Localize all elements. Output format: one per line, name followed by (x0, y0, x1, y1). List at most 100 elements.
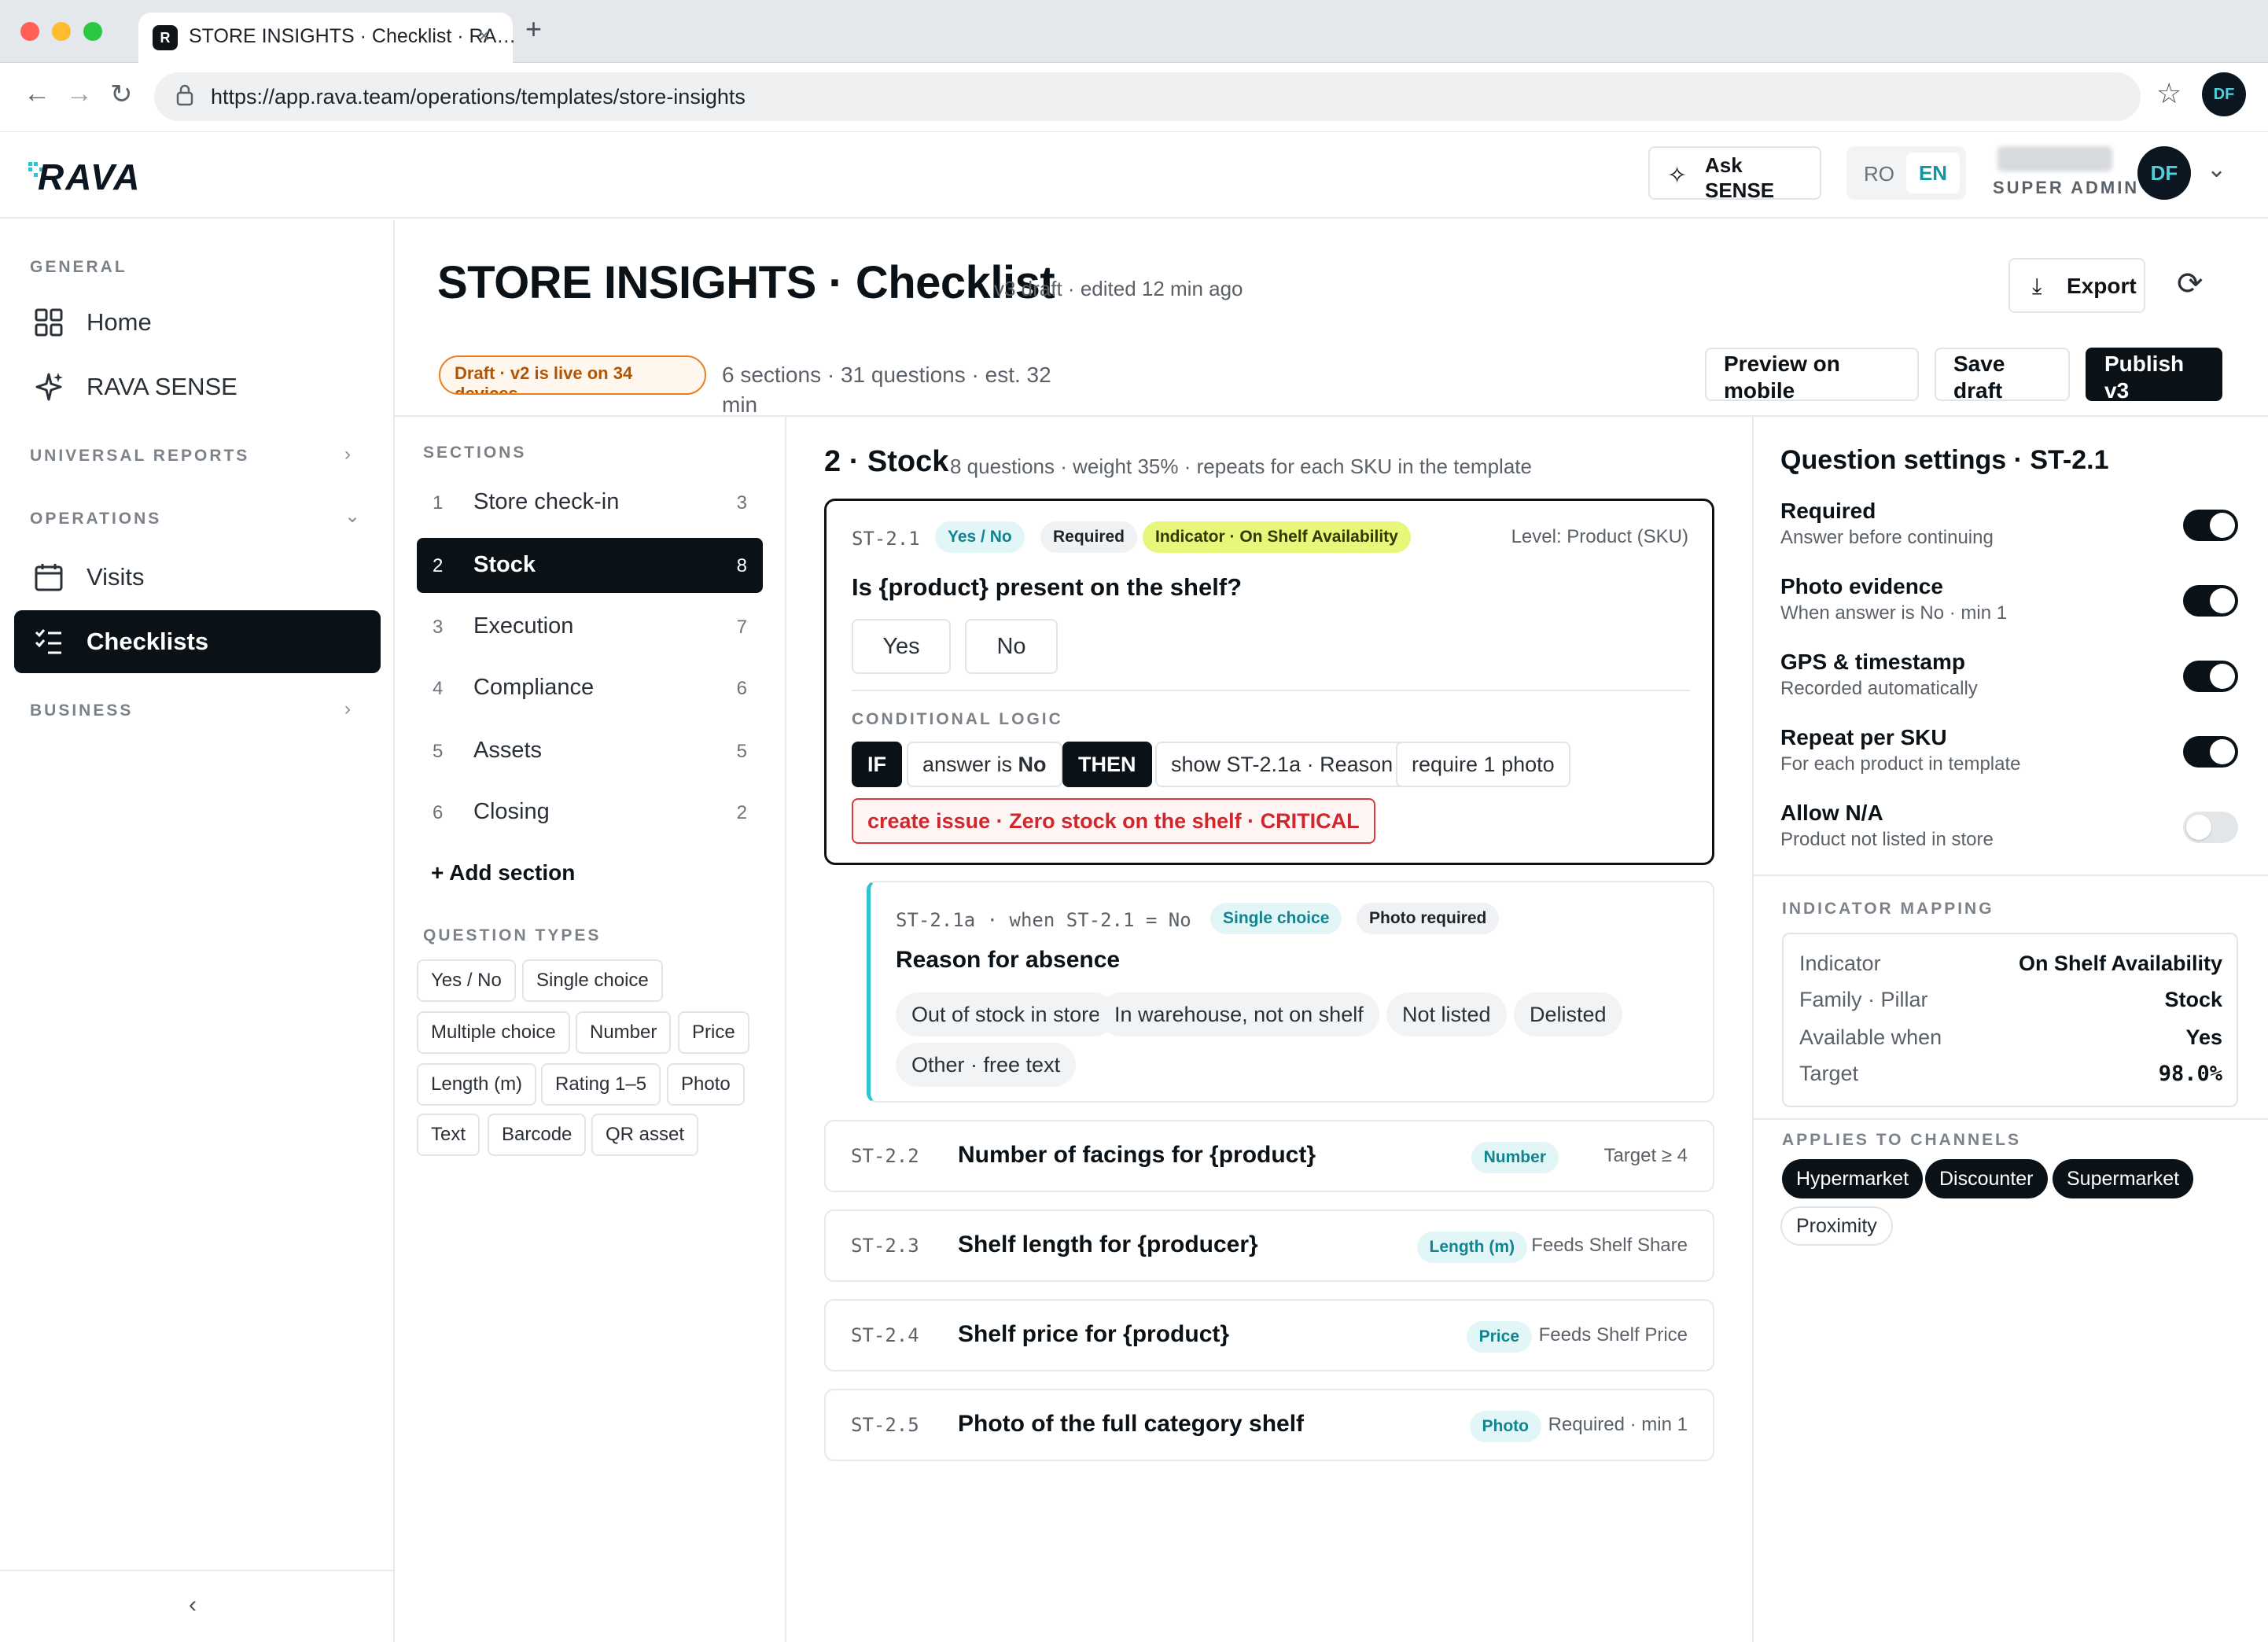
sidebar-section-business[interactable]: BUSINESS (30, 701, 133, 720)
save-draft-button[interactable]: Save draft (1935, 348, 2070, 403)
lang-en-option[interactable]: EN (1906, 153, 1960, 193)
channel-chip-hypermarket[interactable]: Hypermarket (1782, 1159, 1924, 1198)
section-count: 3 (736, 492, 747, 514)
lock-icon (176, 84, 193, 106)
setting-title: GPS & timestamp (1780, 650, 1965, 674)
collapse-sidebar-icon[interactable]: ‹ (189, 1592, 197, 1618)
question-type-chip[interactable]: Yes / No (417, 959, 516, 1002)
question-type-chip[interactable]: Number (576, 1011, 672, 1054)
repeat-per-sku-toggle[interactable] (2183, 736, 2238, 768)
ask-sense-button[interactable]: ✧ Ask SENSE (1648, 146, 1821, 202)
user-role: SUPER ADMIN (1993, 178, 2140, 197)
question-type-chip[interactable]: Length (m) (417, 1063, 537, 1106)
setting-title: Repeat per SKU (1780, 725, 1947, 749)
question-type-chip[interactable]: Multiple choice (417, 1011, 570, 1054)
section-count: 5 (736, 741, 747, 762)
browser-profile-avatar[interactable]: DF (2202, 72, 2246, 116)
question-row-st-2-3[interactable]: ST-2.3 Shelf length for {producer} Lengt… (824, 1209, 1714, 1282)
section-item-store-check-in[interactable]: 1 Store check-in 3 (417, 475, 763, 530)
section-label: Execution (473, 613, 574, 639)
allow-na-toggle[interactable] (2183, 812, 2238, 843)
logic-condition-chip[interactable]: answer is No (907, 742, 1062, 787)
chevron-right-icon[interactable]: › (344, 444, 351, 466)
question-type-chip[interactable]: Barcode (488, 1114, 587, 1156)
section-item-assets[interactable]: 5 Assets 5 (417, 723, 763, 779)
draft-status-badge: Draft · v2 is live on 34 devices (439, 355, 706, 395)
setting-subtitle: Recorded automatically (1780, 678, 1978, 699)
answer-no-button[interactable]: No (965, 619, 1058, 674)
column-divider (785, 417, 786, 1642)
question-card-st-2-1[interactable]: ST-2.1 Yes / No Required Indicator · On … (824, 499, 1714, 865)
back-icon[interactable]: ← (24, 79, 50, 109)
sidebar-item-visits[interactable]: Visits (14, 546, 381, 609)
publish-button[interactable]: Publish v3 (2086, 348, 2222, 403)
preview-on-mobile-button[interactable]: Preview on mobile (1705, 348, 1919, 403)
reason-option[interactable]: Not listed (1386, 992, 1507, 1036)
minimize-window-button[interactable] (52, 22, 71, 41)
sidebar-section-universal-reports[interactable]: UNIVERSAL REPORTS (30, 447, 249, 466)
question-type-chip[interactable]: Text (417, 1114, 480, 1156)
channel-chip-proximity[interactable]: Proximity (1780, 1206, 1893, 1246)
question-type-chip[interactable]: QR asset (591, 1114, 699, 1156)
url-text: https://app.rava.team/operations/templat… (211, 85, 746, 109)
bookmark-star-icon[interactable]: ☆ (2156, 77, 2181, 110)
lang-ro-option[interactable]: RO (1864, 162, 1894, 186)
tab-title: STORE INSIGHTS · Checklist · RA… (189, 25, 517, 47)
answer-yes-button[interactable]: Yes (852, 619, 951, 674)
question-id: ST-2.4 (851, 1324, 919, 1346)
page-version-meta: v3 draft · edited 12 min ago (994, 277, 1243, 300)
channel-chip-supermarket[interactable]: Supermarket (2053, 1159, 2194, 1198)
maximize-window-button[interactable] (83, 22, 102, 41)
chevron-down-icon[interactable]: ⌄ (2207, 156, 2226, 183)
sidebar-item-home[interactable]: Home (14, 291, 381, 354)
reason-option[interactable]: Out of stock in store (896, 992, 1117, 1036)
tab-close-icon[interactable]: × (478, 24, 490, 48)
subquestion-card-st-2-1a[interactable]: ST-2.1a · when ST-2.1 = No Single choice… (867, 881, 1714, 1103)
sidebar-item-rava-sense[interactable]: RAVA SENSE (14, 355, 381, 418)
reason-option[interactable]: In warehouse, not on shelf (1099, 992, 1379, 1036)
question-type-chip[interactable]: Single choice (522, 959, 663, 1002)
question-row-st-2-4[interactable]: ST-2.4 Shelf price for {product} Price F… (824, 1299, 1714, 1371)
browser-tab[interactable]: R STORE INSIGHTS · Checklist · RA… × (138, 13, 517, 63)
section-item-stock[interactable]: 2 Stock 8 (417, 538, 763, 593)
question-row-st-2-2[interactable]: ST-2.2 Number of facings for {product} N… (824, 1120, 1714, 1192)
logic-require-photo-chip[interactable]: require 1 photo (1396, 742, 1570, 787)
section-item-closing[interactable]: 6 Closing 2 (417, 785, 763, 840)
gps-timestamp-toggle[interactable] (2183, 661, 2238, 692)
forward-icon[interactable]: → (66, 79, 93, 109)
section-item-compliance[interactable]: 4 Compliance 6 (417, 661, 763, 716)
logic-create-issue-chip[interactable]: create issue · Zero stock on the shelf ·… (852, 798, 1375, 844)
question-type-tag: Number (1471, 1142, 1559, 1173)
new-tab-button[interactable]: + (525, 13, 542, 46)
question-note: Target ≥ 4 (1603, 1145, 1688, 1166)
section-number: 2 (433, 555, 444, 576)
user-avatar[interactable]: DF (2137, 146, 2191, 200)
sidebar-item-checklists[interactable]: Checklists (14, 610, 381, 673)
photo-evidence-toggle[interactable] (2183, 585, 2238, 617)
export-button[interactable]: ⤓ Export (2008, 258, 2145, 313)
required-toggle[interactable] (2183, 510, 2238, 541)
section-item-execution[interactable]: 3 Execution 7 (417, 599, 763, 654)
question-type-chip[interactable]: Photo (667, 1063, 745, 1106)
question-text: Number of facings for {product} (958, 1142, 1316, 1168)
chevron-down-icon[interactable]: ⌄ (344, 505, 360, 528)
reload-icon[interactable]: ↻ (110, 79, 133, 110)
question-row-st-2-5[interactable]: ST-2.5 Photo of the full category shelf … (824, 1389, 1714, 1461)
sidebar-section-operations[interactable]: OPERATIONS (30, 510, 161, 528)
rava-logo[interactable]: RAVA (38, 156, 142, 198)
close-window-button[interactable] (20, 22, 39, 41)
refresh-icon[interactable]: ⟳ (2177, 266, 2204, 302)
add-section-button[interactable]: + Add section (431, 860, 575, 885)
address-bar[interactable]: https://app.rava.team/operations/templat… (154, 72, 2141, 121)
channel-chip-discounter[interactable]: Discounter (1925, 1159, 2048, 1198)
reason-option[interactable]: Other · free text (896, 1043, 1077, 1087)
reason-option[interactable]: Delisted (1514, 992, 1622, 1036)
logic-show-action-chip[interactable]: show ST-2.1a · Reason (1155, 742, 1409, 787)
chevron-right-icon[interactable]: › (344, 698, 351, 720)
indicator-mapping-box: Indicator On Shelf Availability Family ·… (1782, 933, 2238, 1107)
grid-icon (35, 308, 63, 337)
question-type-chip[interactable]: Rating 1–5 (541, 1063, 661, 1106)
question-types-label: QUESTION TYPES (423, 926, 602, 944)
section-label: Compliance (473, 675, 595, 700)
question-type-chip[interactable]: Price (678, 1011, 749, 1054)
